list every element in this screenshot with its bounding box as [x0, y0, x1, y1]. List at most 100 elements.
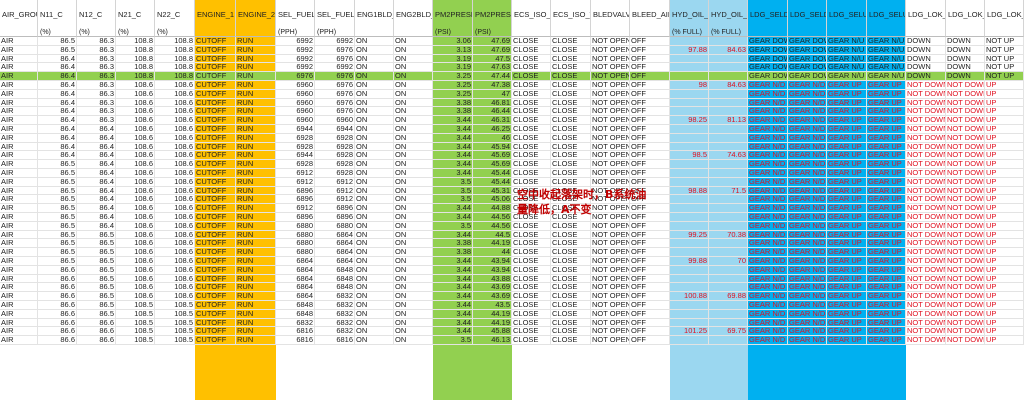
- table-cell[interactable]: 6976: [315, 54, 355, 63]
- table-cell[interactable]: ON: [355, 54, 394, 63]
- table-cell[interactable]: 46.13: [473, 336, 512, 344]
- table-cell[interactable]: RUN: [236, 89, 276, 98]
- table-cell[interactable]: CLOSE: [512, 125, 551, 133]
- table-cell[interactable]: NOT DOWN: [946, 177, 985, 186]
- column-header[interactable]: LDG_SELUP: [827, 0, 867, 28]
- table-cell[interactable]: ON: [355, 336, 394, 344]
- table-cell[interactable]: ON: [355, 81, 394, 89]
- table-cell[interactable]: GEAR UP: [827, 292, 867, 300]
- table-cell[interactable]: AIR: [0, 265, 38, 274]
- table-cell[interactable]: UP: [985, 169, 1024, 177]
- table-cell[interactable]: [670, 169, 709, 177]
- table-cell[interactable]: ON: [394, 265, 433, 274]
- table-cell[interactable]: GEAR N/D: [788, 160, 827, 168]
- table-cell[interactable]: RUN: [236, 318, 276, 327]
- table-cell[interactable]: 6992: [276, 37, 315, 45]
- table-cell[interactable]: 108.6: [155, 107, 195, 116]
- table-cell[interactable]: CUTOFF: [195, 177, 236, 186]
- table-cell[interactable]: CLOSE: [512, 265, 551, 274]
- table-cell[interactable]: UP: [985, 239, 1024, 248]
- table-cell[interactable]: 108.8: [116, 72, 155, 80]
- table-cell[interactable]: [670, 239, 709, 248]
- table-cell[interactable]: [709, 142, 748, 151]
- table-cell[interactable]: NOT DOWN: [946, 239, 985, 248]
- table-cell[interactable]: 3.44: [433, 160, 473, 168]
- table-cell[interactable]: UP: [985, 309, 1024, 318]
- table-cell[interactable]: NOT OPEN: [591, 292, 630, 300]
- table-cell[interactable]: NOT DOWN: [946, 327, 985, 336]
- table-cell[interactable]: NOT DOWN: [906, 283, 946, 292]
- table-cell[interactable]: NOT DOWN: [906, 213, 946, 221]
- table-cell[interactable]: [709, 213, 748, 221]
- table-cell[interactable]: NOT DOWN: [946, 98, 985, 107]
- table-cell[interactable]: 3.38: [433, 107, 473, 116]
- table-cell[interactable]: NOT DOWN: [906, 133, 946, 142]
- table-cell[interactable]: 6848: [276, 301, 315, 309]
- table-cell[interactable]: 86.4: [38, 151, 77, 160]
- table-cell[interactable]: CLOSE: [551, 89, 591, 98]
- table-cell[interactable]: [670, 142, 709, 151]
- table-cell[interactable]: 74.63: [709, 151, 748, 160]
- table-cell[interactable]: CLOSE: [551, 169, 591, 177]
- table-cell[interactable]: 108.6: [155, 274, 195, 283]
- table-cell[interactable]: CUTOFF: [195, 169, 236, 177]
- table-cell[interactable]: GEAR UP: [867, 274, 906, 283]
- table-cell[interactable]: 44.19: [473, 239, 512, 248]
- table-cell[interactable]: GEAR N/D: [788, 81, 827, 89]
- table-cell[interactable]: NOT OPEN: [591, 327, 630, 336]
- table-cell[interactable]: NOT OPEN: [591, 169, 630, 177]
- table-cell[interactable]: NOT DOWN: [946, 125, 985, 133]
- table-cell[interactable]: RUN: [236, 327, 276, 336]
- table-cell[interactable]: [709, 160, 748, 168]
- table-cell[interactable]: DOWN: [906, 54, 946, 63]
- table-cell[interactable]: 108.6: [155, 98, 195, 107]
- table-cell[interactable]: CLOSE: [551, 257, 591, 265]
- table-cell[interactable]: 70.38: [709, 230, 748, 239]
- table-cell[interactable]: [670, 89, 709, 98]
- table-cell[interactable]: GEAR UP: [867, 98, 906, 107]
- table-cell[interactable]: UP: [985, 116, 1024, 124]
- table-cell[interactable]: [670, 133, 709, 142]
- table-cell[interactable]: NOT DOWN: [906, 125, 946, 133]
- table-cell[interactable]: 86.5: [38, 221, 77, 230]
- table-cell[interactable]: GEAR N/D: [748, 186, 788, 195]
- table-cell[interactable]: ON: [394, 257, 433, 265]
- table-cell[interactable]: DOWN: [946, 54, 985, 63]
- column-header[interactable]: BLEED_AIR_SWITCH: [630, 0, 670, 28]
- table-cell[interactable]: 86.5: [77, 309, 116, 318]
- table-cell[interactable]: NOT DOWN: [946, 116, 985, 124]
- table-cell[interactable]: 108.6: [155, 125, 195, 133]
- table-cell[interactable]: GEAR UP: [827, 186, 867, 195]
- table-cell[interactable]: NOT DOWN: [906, 327, 946, 336]
- table-cell[interactable]: AIR: [0, 37, 38, 45]
- table-cell[interactable]: NOT OPEN: [591, 309, 630, 318]
- table-cell[interactable]: CUTOFF: [195, 81, 236, 89]
- table-cell[interactable]: 86.5: [38, 37, 77, 45]
- table-cell[interactable]: RUN: [236, 186, 276, 195]
- table-cell[interactable]: [670, 274, 709, 283]
- spreadsheet[interactable]: AIR_GROU N11_C (%) N12_C (%) N21_C (%) N22_C (%)…: [0, 0, 1024, 400]
- table-cell[interactable]: ON: [355, 265, 394, 274]
- table-cell[interactable]: 3.38: [433, 239, 473, 248]
- table-cell[interactable]: 108.5: [155, 318, 195, 327]
- table-cell[interactable]: ON: [394, 336, 433, 344]
- table-cell[interactable]: CLOSE: [551, 125, 591, 133]
- table-cell[interactable]: OFF: [630, 283, 670, 292]
- table-cell[interactable]: AIR: [0, 107, 38, 116]
- table-cell[interactable]: GEAR UP: [827, 221, 867, 230]
- table-cell[interactable]: NOT UP: [985, 72, 1024, 80]
- table-cell[interactable]: NOT DOWN: [946, 336, 985, 344]
- table-cell[interactable]: 86.4: [38, 63, 77, 72]
- table-cell[interactable]: CUTOFF: [195, 248, 236, 256]
- table-cell[interactable]: 3.19: [433, 63, 473, 72]
- table-cell[interactable]: CLOSE: [512, 133, 551, 142]
- table-cell[interactable]: 6864: [276, 257, 315, 265]
- table-cell[interactable]: 44.88: [473, 204, 512, 212]
- table-cell[interactable]: 6960: [276, 81, 315, 89]
- table-cell[interactable]: 47.44: [473, 72, 512, 80]
- table-cell[interactable]: 108.5: [155, 336, 195, 344]
- table-cell[interactable]: UP: [985, 186, 1024, 195]
- table-cell[interactable]: 108.6: [155, 169, 195, 177]
- table-cell[interactable]: 3.5: [433, 177, 473, 186]
- table-cell[interactable]: 6864: [276, 283, 315, 292]
